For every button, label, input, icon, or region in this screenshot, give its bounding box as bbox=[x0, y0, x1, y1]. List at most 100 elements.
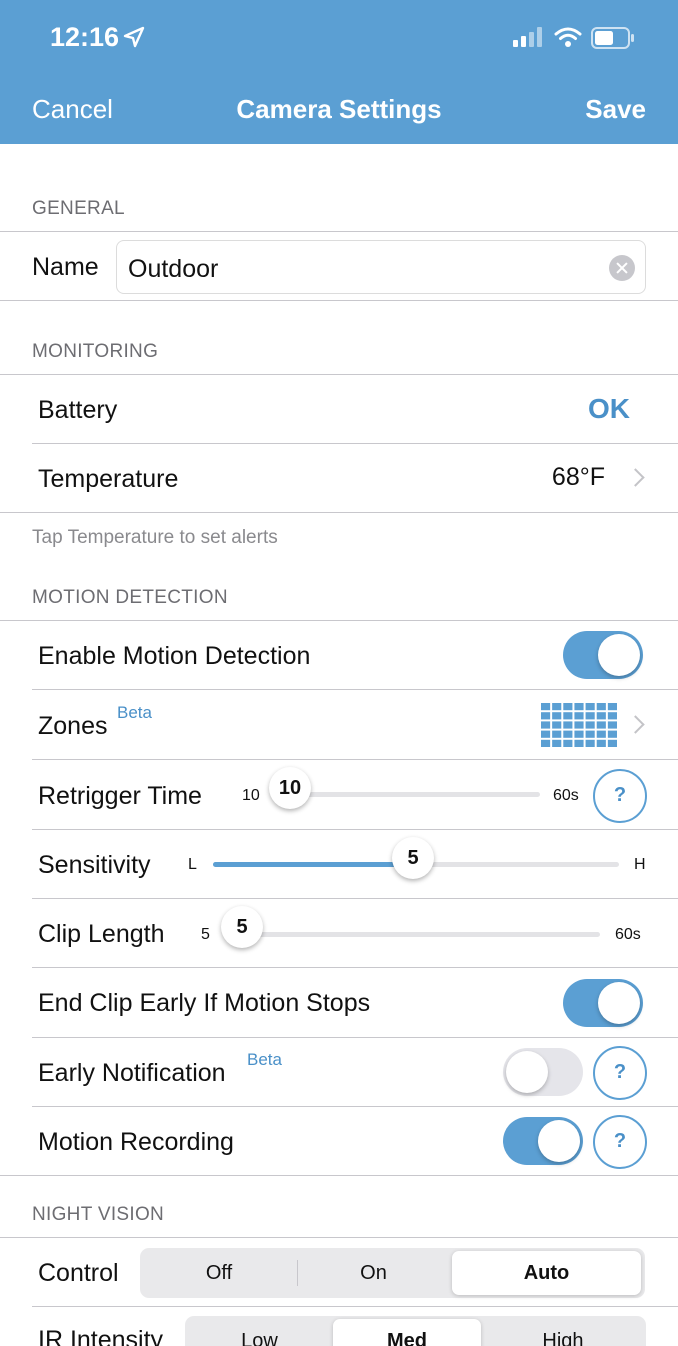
zone-cell bbox=[607, 721, 617, 729]
retrigger-slider-track[interactable] bbox=[290, 792, 540, 797]
enable-motion-label: Enable Motion Detection bbox=[38, 642, 311, 670]
retrigger-slider-thumb[interactable]: 10 bbox=[269, 767, 311, 809]
sensitivity-min-label: L bbox=[188, 856, 197, 873]
wifi-icon bbox=[554, 26, 582, 53]
temperature-label: Temperature bbox=[38, 465, 179, 493]
divider bbox=[32, 1306, 678, 1307]
zone-cell bbox=[596, 712, 606, 720]
battery-icon bbox=[591, 27, 635, 54]
zone-cell bbox=[552, 712, 562, 720]
motion-recording-toggle[interactable] bbox=[503, 1117, 583, 1165]
divider bbox=[0, 374, 678, 375]
zone-cell bbox=[541, 730, 551, 738]
section-header-motion: MOTION DETECTION bbox=[32, 587, 228, 608]
section-header-night-vision: NIGHT VISION bbox=[32, 1204, 165, 1225]
segment-auto[interactable]: Auto bbox=[452, 1251, 641, 1295]
retrigger-max-label: 60s bbox=[553, 787, 579, 804]
ir-intensity-segmented[interactable]: Low Med High bbox=[185, 1316, 646, 1346]
toggle-knob bbox=[538, 1120, 580, 1162]
end-clip-early-label: End Clip Early If Motion Stops bbox=[38, 989, 371, 1017]
clip-slider-track[interactable] bbox=[242, 932, 600, 937]
save-button[interactable]: Save bbox=[585, 94, 646, 125]
zone-cell bbox=[596, 703, 606, 711]
segment-off[interactable]: Off bbox=[143, 1251, 295, 1295]
zone-cell bbox=[574, 730, 584, 738]
clip-slider-thumb[interactable]: 5 bbox=[221, 906, 263, 948]
battery-status-value: OK bbox=[588, 393, 630, 424]
name-value: Outdoor bbox=[128, 255, 219, 283]
retrigger-min-label: 10 bbox=[242, 787, 260, 804]
zone-cell bbox=[563, 730, 573, 738]
retrigger-help-button[interactable]: ? bbox=[593, 769, 647, 823]
early-notification-toggle[interactable] bbox=[503, 1048, 583, 1096]
zone-cell bbox=[585, 721, 595, 729]
zone-cell bbox=[607, 703, 617, 711]
divider bbox=[32, 1106, 678, 1107]
zone-cell bbox=[541, 739, 551, 747]
zone-cell bbox=[585, 739, 595, 747]
enable-motion-toggle[interactable] bbox=[563, 631, 643, 679]
divider bbox=[0, 1237, 678, 1238]
section-header-general: GENERAL bbox=[32, 198, 125, 219]
retrigger-time-label: Retrigger Time bbox=[38, 782, 202, 810]
page-title: Camera Settings bbox=[236, 94, 442, 124]
early-notification-help-button[interactable]: ? bbox=[593, 1046, 647, 1100]
zone-cell bbox=[574, 721, 584, 729]
zones-label: Zones bbox=[38, 712, 108, 740]
night-vision-control-label: Control bbox=[38, 1259, 119, 1287]
toggle-knob bbox=[598, 634, 640, 676]
location-arrow-icon bbox=[123, 26, 145, 53]
zone-cell bbox=[607, 739, 617, 747]
clip-min-label: 5 bbox=[201, 926, 210, 943]
divider bbox=[0, 1175, 678, 1176]
divider bbox=[32, 829, 678, 830]
sensitivity-slider-fill bbox=[213, 862, 413, 867]
zone-cell bbox=[563, 703, 573, 711]
name-field[interactable]: Outdoor bbox=[116, 240, 646, 294]
end-clip-early-toggle[interactable] bbox=[563, 979, 643, 1027]
zone-cell bbox=[552, 721, 562, 729]
status-time: 12:16 bbox=[50, 22, 120, 52]
sensitivity-label: Sensitivity bbox=[38, 851, 151, 879]
name-label: Name bbox=[32, 253, 99, 281]
zone-cell bbox=[552, 739, 562, 747]
segment-med[interactable]: Med bbox=[333, 1319, 481, 1346]
segment-high[interactable]: High bbox=[483, 1319, 643, 1346]
zone-cell bbox=[585, 703, 595, 711]
ir-intensity-label: IR Intensity bbox=[38, 1326, 164, 1346]
segment-on[interactable]: On bbox=[297, 1251, 450, 1295]
zone-cell bbox=[541, 721, 551, 729]
divider bbox=[0, 620, 678, 621]
temperature-row[interactable]: Temperature 68°F bbox=[0, 444, 678, 512]
zone-cell bbox=[574, 712, 584, 720]
divider bbox=[0, 300, 678, 301]
battery-label: Battery bbox=[38, 396, 118, 424]
section-header-monitoring: MONITORING bbox=[32, 341, 159, 362]
clip-max-label: 60s bbox=[615, 926, 641, 943]
toggle-knob bbox=[598, 982, 640, 1024]
clear-icon[interactable] bbox=[609, 255, 635, 281]
zones-row[interactable]: Zones Beta bbox=[0, 690, 678, 759]
zone-cell bbox=[596, 739, 606, 747]
night-vision-control-segmented[interactable]: Off On Auto bbox=[140, 1248, 645, 1298]
cancel-button[interactable]: Cancel bbox=[32, 94, 113, 125]
motion-recording-label: Motion Recording bbox=[38, 1128, 234, 1156]
zone-cell bbox=[574, 739, 584, 747]
cellular-signal-icon bbox=[513, 27, 545, 52]
divider bbox=[32, 898, 678, 899]
sensitivity-slider-thumb[interactable]: 5 bbox=[392, 837, 434, 879]
nav-bar: 12:16 Cancel Camera Settings Save bbox=[0, 0, 678, 144]
early-notification-label: Early Notification bbox=[38, 1059, 226, 1087]
segment-low[interactable]: Low bbox=[188, 1319, 331, 1346]
zone-cell bbox=[563, 739, 573, 747]
chevron-right-icon bbox=[626, 715, 645, 734]
zone-cell bbox=[596, 721, 606, 729]
zone-cell bbox=[574, 703, 584, 711]
motion-recording-help-button[interactable]: ? bbox=[593, 1115, 647, 1169]
zone-cell bbox=[541, 703, 551, 711]
zone-cell bbox=[552, 703, 562, 711]
zone-cell bbox=[552, 730, 562, 738]
divider bbox=[0, 231, 678, 232]
divider bbox=[0, 512, 678, 513]
zone-cell bbox=[585, 730, 595, 738]
